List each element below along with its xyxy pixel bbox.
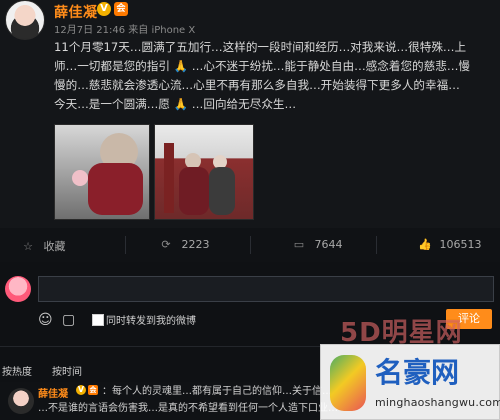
post-meta: 12月7日 21:46 来自 iPhone X — [54, 25, 196, 36]
sort-hot[interactable]: 按热度 — [2, 363, 32, 378]
image-2-person-2-body — [209, 167, 235, 215]
comment-count: 7644 — [314, 238, 343, 251]
comment-avatar[interactable] — [8, 388, 34, 414]
image-1-person-body — [88, 163, 143, 215]
comment-bubble-icon: ▭ — [293, 238, 305, 251]
like-count: 106513 — [439, 238, 482, 251]
weibo-post: 薛佳凝 V 会 12月7日 21:46 来自 iPhone X 11个月零17天… — [0, 0, 500, 228]
repost-action[interactable]: ⟳ 2223 — [160, 238, 210, 251]
watermark-box: 名豪网 minghaoshangwu.com — [320, 344, 500, 420]
action-separator — [250, 236, 251, 254]
post-content: 11个月零17天…圆满了五加行…这样的一段时间和经历…对我来说…很特殊…上 师…… — [54, 38, 494, 114]
action-separator — [125, 236, 126, 254]
post-image-2[interactable] — [154, 124, 254, 220]
post-line-2: 师…一切都是您的指引 🙏 …心不迷于纷扰…能于静处自由…感念着您的慈悲…慢 — [54, 57, 494, 76]
collect-action[interactable]: ☆ 收藏 — [22, 238, 66, 254]
post-line-4: 今天…是一个圆满…愿 🙏 …回向给无尽众生… — [54, 95, 494, 114]
post-line-2-a: 师…一切都是您的指引 — [54, 59, 170, 73]
forward-checkbox[interactable] — [92, 314, 104, 326]
watermark-logo-icon — [330, 355, 366, 411]
post-line-2-b: …心不迷于纷扰…能于静处自由…感念着您的慈悲…慢 — [191, 59, 471, 73]
post-line-3: 慢的…慈悲就会渗透心流…心里不再有那么多自我…开始装得下更多人的幸福… — [54, 78, 460, 92]
post-line-4-b: …回向给无尽众生… — [191, 97, 297, 111]
prayer-hands-icon-2: 🙏 — [173, 97, 189, 111]
image-icon[interactable]: ▢ — [62, 312, 75, 328]
vip-badge-icon: 会 — [114, 2, 128, 16]
post-line-4-a: 今天…是一个圆满…愿 — [54, 97, 170, 111]
action-separator — [376, 236, 377, 254]
post-image-1[interactable] — [54, 124, 150, 220]
post-actions: ☆ 收藏 ⟳ 2223 ▭ 7644 👍 106513 — [0, 228, 500, 262]
comment-action[interactable]: ▭ 7644 — [293, 238, 343, 251]
watermark-title: 名豪网 — [375, 356, 460, 389]
like-action[interactable]: 👍 106513 — [418, 238, 482, 251]
post-username[interactable]: 薛佳凝 — [54, 2, 98, 22]
comment-input[interactable] — [38, 276, 494, 302]
vip-badge-icon: 会 — [88, 385, 98, 395]
comment-username[interactable]: 薛佳凝 — [38, 385, 68, 400]
sort-time[interactable]: 按时间 — [52, 363, 82, 378]
post-line-1: 11个月零17天…圆满了五加行…这样的一段时间和经历…对我来说…很特殊…上 — [54, 40, 467, 54]
repost-count: 2223 — [181, 238, 210, 251]
verified-badge-icon: V — [97, 2, 111, 16]
smile-icon[interactable]: ☺ — [38, 312, 53, 328]
star-icon: ☆ — [23, 240, 33, 253]
verified-badge-icon: V — [76, 385, 86, 395]
watermark-url: minghaoshangwu.com — [375, 396, 500, 409]
prayer-hands-icon: 🙏 — [173, 59, 189, 73]
image-1-lotus — [72, 170, 88, 186]
repost-icon: ⟳ — [161, 238, 171, 251]
collect-label: 收藏 — [43, 240, 66, 253]
thumbs-up-icon: 👍 — [418, 238, 432, 251]
image-2-person-1-body — [179, 167, 209, 215]
image-2-pillar — [164, 143, 174, 213]
user-avatar[interactable] — [5, 276, 31, 302]
forward-label: 同时转发到我的微博 — [106, 316, 196, 327]
avatar[interactable] — [5, 0, 45, 40]
